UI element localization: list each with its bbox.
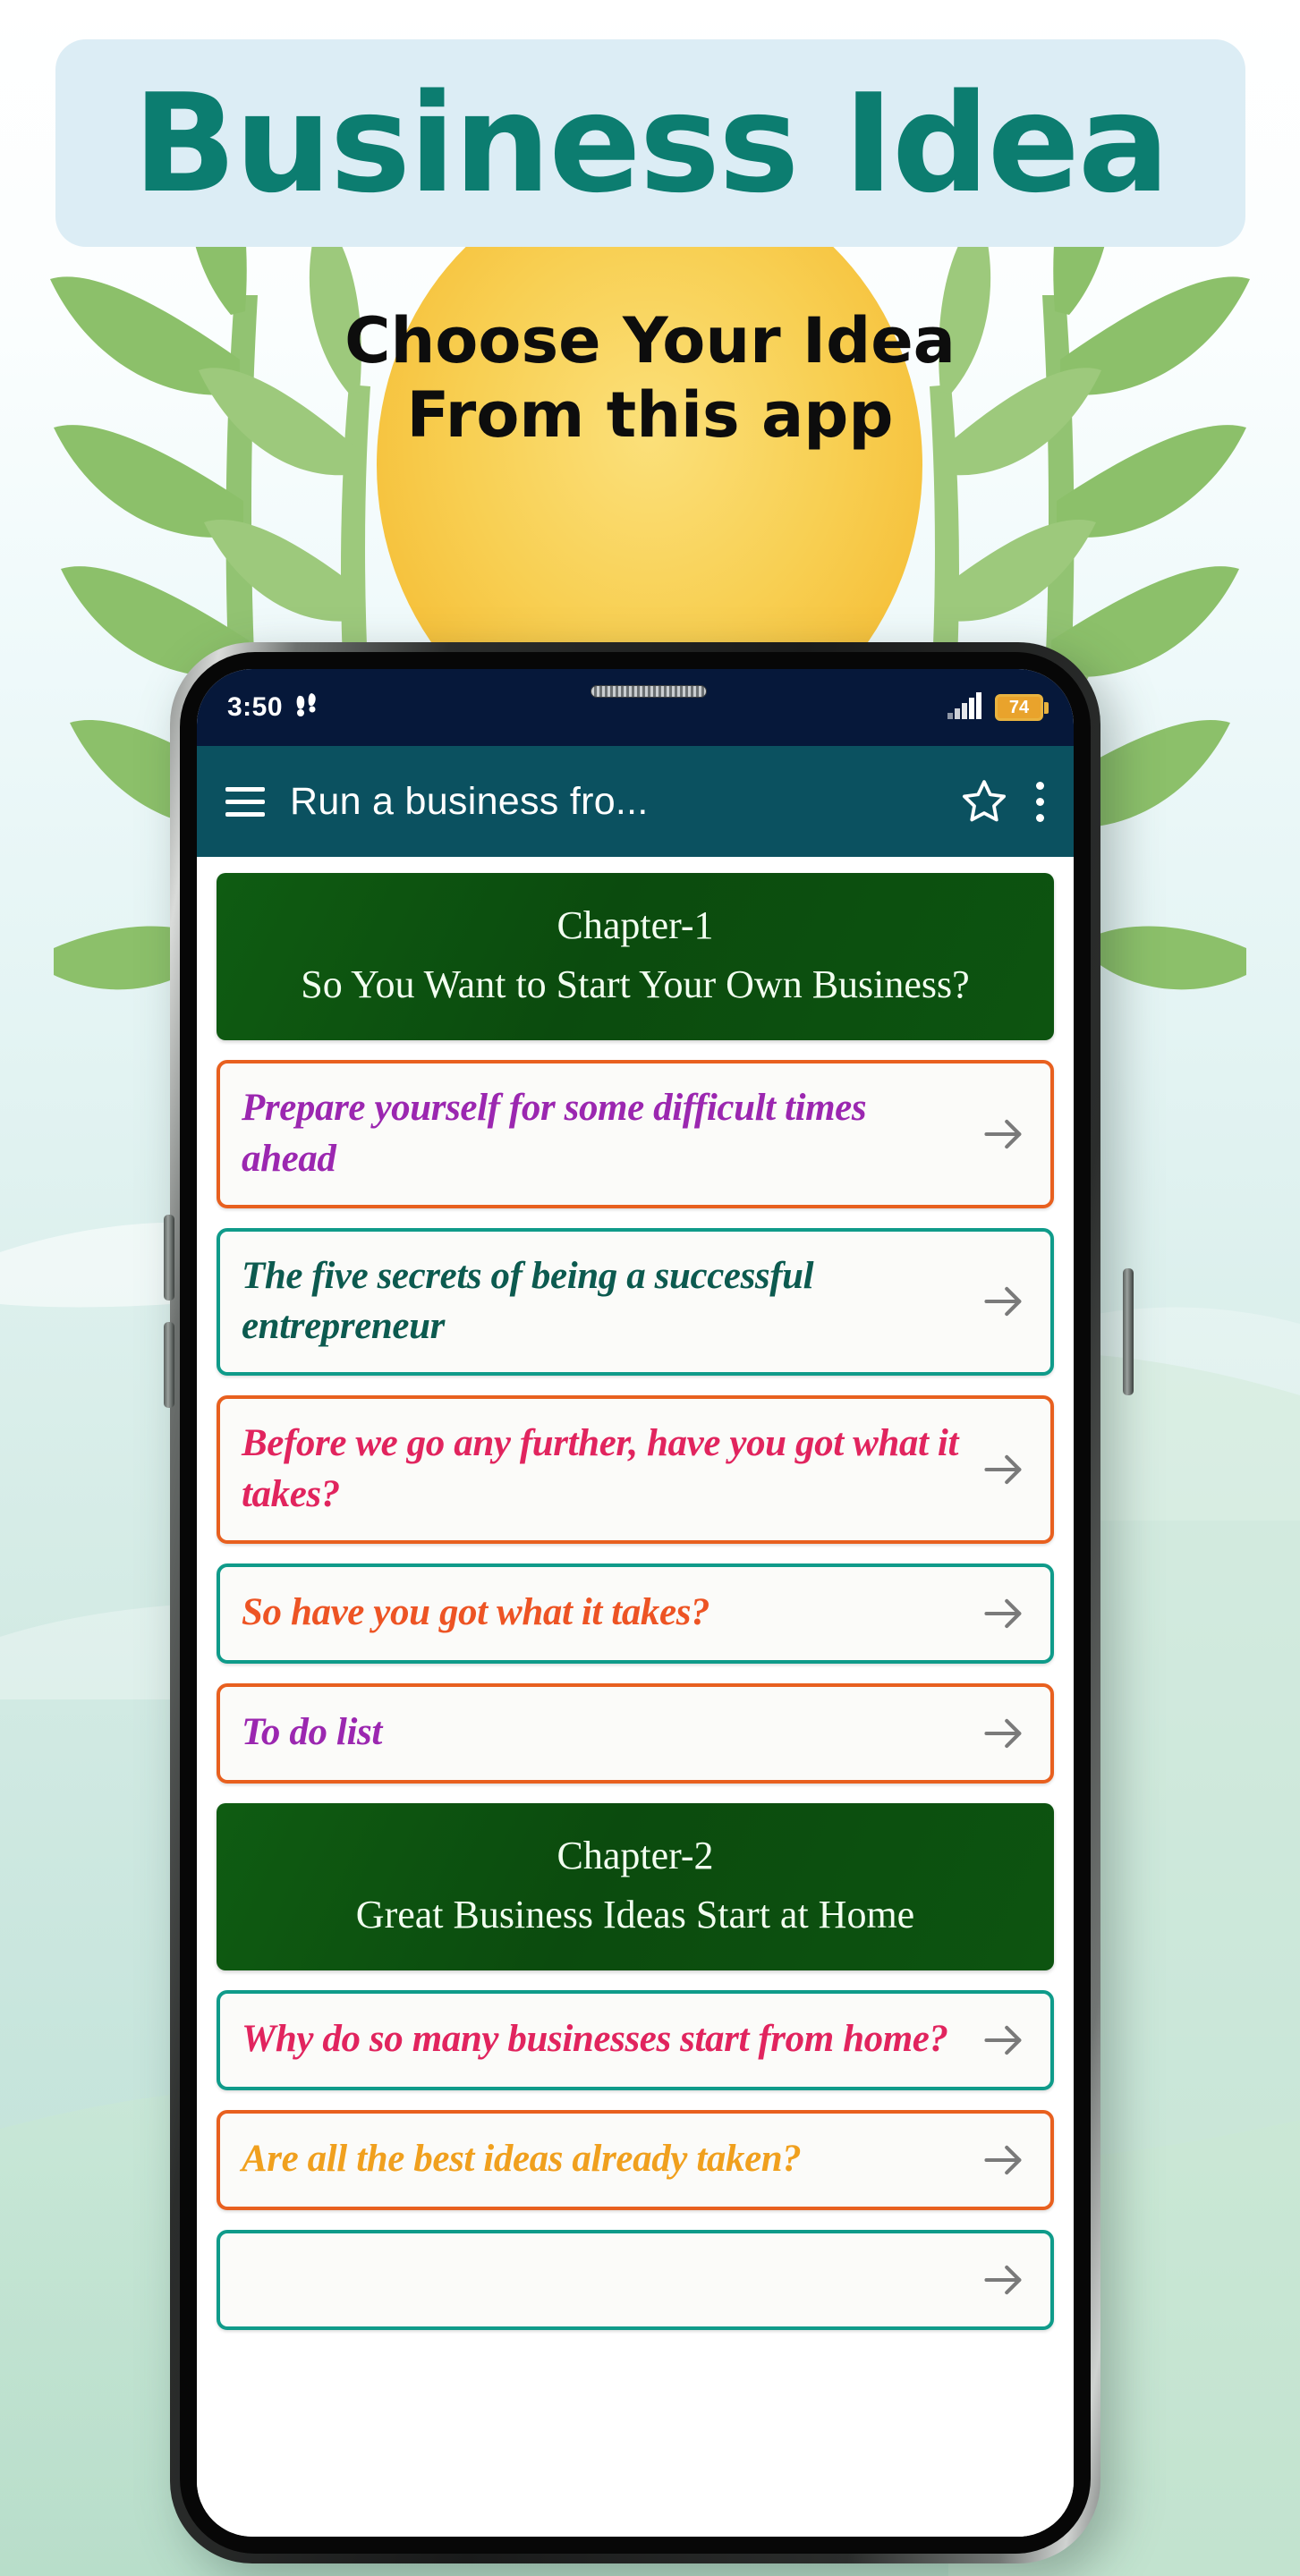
list-item[interactable]: The five secrets of being a successful e… bbox=[217, 1227, 1054, 1377]
arrow-right-icon[interactable] bbox=[979, 1708, 1029, 1758]
arrow-right-icon[interactable] bbox=[979, 1445, 1029, 1495]
star-outline-icon[interactable] bbox=[959, 776, 1009, 826]
arrow-right-icon-svg bbox=[984, 1287, 1022, 1317]
signal-bars-icon-svg bbox=[947, 691, 981, 719]
arrow-right-icon-svg bbox=[984, 2265, 1022, 2294]
arrow-right-icon-svg bbox=[984, 1454, 1022, 1485]
arrow-right-icon[interactable] bbox=[979, 1109, 1029, 1159]
list-item[interactable]: To do list bbox=[217, 1682, 1054, 1784]
status-bar-left: 3:50 bbox=[227, 692, 319, 724]
arrow-right-icon[interactable] bbox=[979, 1276, 1029, 1326]
list-item-label: Prepare yourself for some difficult time… bbox=[242, 1087, 867, 1180]
phone-screen: 3:50 74 Run a business fro... Chapter-1 … bbox=[197, 669, 1074, 2537]
battery-level-label: 74 bbox=[1008, 697, 1030, 717]
subtitle-line-1: Choose Your Idea bbox=[344, 304, 956, 377]
more-vertical-icon[interactable] bbox=[1034, 781, 1045, 822]
footsteps-icon bbox=[295, 692, 319, 724]
hamburger-menu-icon[interactable] bbox=[225, 786, 265, 817]
volume-down-button[interactable] bbox=[164, 1322, 174, 1408]
earpiece-speaker bbox=[591, 685, 707, 698]
arrow-right-icon-svg bbox=[984, 2025, 1022, 2055]
arrow-right-icon-svg bbox=[984, 2145, 1022, 2174]
arrow-right-icon-svg bbox=[984, 1598, 1022, 1628]
list-item-label: So have you got what it takes? bbox=[242, 1591, 710, 1634]
arrow-right-icon[interactable] bbox=[979, 1589, 1029, 1639]
power-button[interactable] bbox=[1123, 1268, 1134, 1395]
list-item[interactable]: Why do so many businesses start from hom… bbox=[217, 1989, 1054, 2090]
list-item-label: To do list bbox=[242, 1711, 382, 1754]
star-outline-icon-svg bbox=[962, 780, 1007, 822]
list-item-label: Are all the best ideas already taken? bbox=[242, 2138, 802, 2181]
list-item[interactable]: Are all the best ideas already taken? bbox=[217, 2109, 1054, 2210]
phone-mockup: 3:50 74 Run a business fro... Chapter-1 … bbox=[164, 642, 1134, 2576]
signal-bars-icon bbox=[947, 691, 982, 724]
status-bar: 3:50 74 bbox=[197, 669, 1074, 746]
list-item[interactable]: Prepare yourself for some difficult time… bbox=[217, 1060, 1054, 1208]
chapter-header: Chapter-2 Great Business Ideas Start at H… bbox=[217, 1802, 1054, 1970]
status-bar-right: 74 bbox=[947, 691, 1049, 724]
arrow-right-icon-svg bbox=[984, 1119, 1022, 1149]
status-time: 3:50 bbox=[227, 692, 284, 722]
chapter-number: Chapter-1 bbox=[557, 903, 714, 947]
chapter-title: So You Want to Start Your Own Business? bbox=[301, 962, 970, 1006]
page-title: Business Idea bbox=[132, 64, 1170, 223]
list-item-label: Why do so many businesses start from hom… bbox=[242, 2018, 948, 2061]
app-bar: Run a business fro... bbox=[197, 746, 1074, 857]
promo-subtitle: Choose Your Idea From this app bbox=[0, 304, 1300, 452]
content-list[interactable]: Chapter-1 So You Want to Start Your Own B… bbox=[197, 857, 1074, 2537]
list-item-label: Before we go any further, have you got w… bbox=[242, 1422, 959, 1515]
chapter-title: Great Business Ideas Start at Home bbox=[355, 1892, 915, 1936]
battery-indicator: 74 bbox=[995, 694, 1049, 721]
arrow-right-icon[interactable] bbox=[979, 2135, 1029, 2185]
app-bar-title: Run a business fro... bbox=[290, 779, 649, 823]
footsteps-icon-svg bbox=[296, 692, 316, 716]
list-item-label: The five secrets of being a successful e… bbox=[242, 1254, 814, 1348]
arrow-right-icon[interactable] bbox=[979, 2015, 1029, 2065]
chapter-header: Chapter-1 So You Want to Start Your Own B… bbox=[217, 873, 1054, 1041]
arrow-right-icon[interactable] bbox=[979, 2255, 1029, 2305]
list-item[interactable] bbox=[217, 2229, 1054, 2330]
arrow-right-icon-svg bbox=[984, 1718, 1022, 1748]
list-item[interactable]: Before we go any further, have you got w… bbox=[217, 1395, 1054, 1544]
volume-up-button[interactable] bbox=[164, 1215, 174, 1301]
subtitle-line-2: From this app bbox=[406, 377, 894, 452]
list-item[interactable]: So have you got what it takes? bbox=[217, 1563, 1054, 1664]
promo-screenshot: Business Idea Choose Your Idea From this… bbox=[0, 0, 1300, 2576]
chapter-number: Chapter-2 bbox=[557, 1833, 714, 1877]
